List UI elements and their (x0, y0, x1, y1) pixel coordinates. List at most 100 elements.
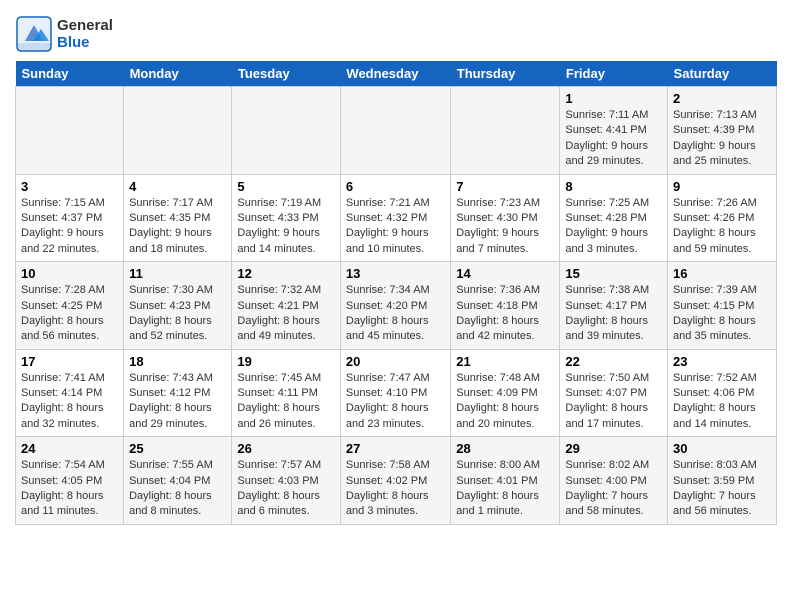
day-cell: 27 Sunrise: 7:58 AM Sunset: 4:02 PM Dayli… (340, 437, 450, 525)
col-header-sunday: Sunday (16, 61, 124, 87)
day-number: 8 (565, 179, 662, 194)
day-info: Sunrise: 7:58 AM Sunset: 4:02 PM Dayligh… (346, 458, 445, 520)
day-info: Sunrise: 7:43 AM Sunset: 4:12 PM Dayligh… (129, 371, 226, 433)
col-header-friday: Friday (560, 61, 668, 87)
day-info: Sunrise: 7:41 AM Sunset: 4:14 PM Dayligh… (21, 371, 118, 433)
day-info: Sunrise: 7:47 AM Sunset: 4:10 PM Dayligh… (346, 371, 445, 433)
col-header-wednesday: Wednesday (340, 61, 450, 87)
logo: General Blue (15, 15, 113, 53)
day-cell: 3 Sunrise: 7:15 AM Sunset: 4:37 PM Daylig… (16, 174, 124, 262)
day-info: Sunrise: 7:25 AM Sunset: 4:28 PM Dayligh… (565, 196, 662, 258)
day-cell: 1Sunrise: 7:11 AM Sunset: 4:41 PM Daylig… (560, 87, 668, 175)
day-number: 9 (673, 179, 771, 194)
day-cell (340, 87, 450, 175)
day-info: Sunrise: 7:30 AM Sunset: 4:23 PM Dayligh… (129, 283, 226, 345)
day-info: Sunrise: 7:54 AM Sunset: 4:05 PM Dayligh… (21, 458, 118, 520)
day-number: 23 (673, 354, 771, 369)
day-number: 7 (456, 179, 554, 194)
day-info: Sunrise: 7:11 AM Sunset: 4:41 PM Dayligh… (565, 108, 662, 170)
logo-blue: Blue (57, 34, 113, 51)
day-cell: 16 Sunrise: 7:39 AM Sunset: 4:15 PM Dayli… (668, 262, 777, 350)
day-cell: 10Sunrise: 7:28 AM Sunset: 4:25 PM Dayli… (16, 262, 124, 350)
day-info: Sunrise: 7:23 AM Sunset: 4:30 PM Dayligh… (456, 196, 554, 258)
day-number: 2 (673, 91, 771, 106)
day-cell: 9 Sunrise: 7:26 AM Sunset: 4:26 PM Daylig… (668, 174, 777, 262)
day-number: 17 (21, 354, 118, 369)
day-info: Sunrise: 7:19 AM Sunset: 4:33 PM Dayligh… (237, 196, 335, 258)
day-number: 3 (21, 179, 118, 194)
day-cell: 19Sunrise: 7:45 AM Sunset: 4:11 PM Dayli… (232, 349, 341, 437)
day-cell: 5 Sunrise: 7:19 AM Sunset: 4:33 PM Daylig… (232, 174, 341, 262)
logo-icon (15, 15, 53, 53)
day-number: 20 (346, 354, 445, 369)
day-info: Sunrise: 7:15 AM Sunset: 4:37 PM Dayligh… (21, 196, 118, 258)
day-number: 26 (237, 441, 335, 456)
col-header-saturday: Saturday (668, 61, 777, 87)
day-cell: 8 Sunrise: 7:25 AM Sunset: 4:28 PM Daylig… (560, 174, 668, 262)
day-cell (451, 87, 560, 175)
day-info: Sunrise: 7:50 AM Sunset: 4:07 PM Dayligh… (565, 371, 662, 433)
day-info: Sunrise: 7:38 AM Sunset: 4:17 PM Dayligh… (565, 283, 662, 345)
day-cell: 7 Sunrise: 7:23 AM Sunset: 4:30 PM Daylig… (451, 174, 560, 262)
day-number: 6 (346, 179, 445, 194)
day-info: Sunrise: 8:03 AM Sunset: 3:59 PM Dayligh… (673, 458, 771, 520)
day-cell: 26Sunrise: 7:57 AM Sunset: 4:03 PM Dayli… (232, 437, 341, 525)
day-number: 27 (346, 441, 445, 456)
day-info: Sunrise: 7:32 AM Sunset: 4:21 PM Dayligh… (237, 283, 335, 345)
col-header-tuesday: Tuesday (232, 61, 341, 87)
day-cell: 22 Sunrise: 7:50 AM Sunset: 4:07 PM Dayli… (560, 349, 668, 437)
day-cell: 12 Sunrise: 7:32 AM Sunset: 4:21 PM Dayli… (232, 262, 341, 350)
day-cell: 28Sunrise: 8:00 AM Sunset: 4:01 PM Dayli… (451, 437, 560, 525)
day-cell: 13 Sunrise: 7:34 AM Sunset: 4:20 PM Dayli… (340, 262, 450, 350)
day-info: Sunrise: 7:34 AM Sunset: 4:20 PM Dayligh… (346, 283, 445, 345)
day-info: Sunrise: 8:00 AM Sunset: 4:01 PM Dayligh… (456, 458, 554, 520)
day-number: 25 (129, 441, 226, 456)
day-cell: 15 Sunrise: 7:38 AM Sunset: 4:17 PM Dayli… (560, 262, 668, 350)
day-info: Sunrise: 7:26 AM Sunset: 4:26 PM Dayligh… (673, 196, 771, 258)
day-number: 15 (565, 266, 662, 281)
day-cell: 18 Sunrise: 7:43 AM Sunset: 4:12 PM Dayli… (124, 349, 232, 437)
week-row-5: 24Sunrise: 7:54 AM Sunset: 4:05 PM Dayli… (16, 437, 777, 525)
day-number: 4 (129, 179, 226, 194)
day-cell (232, 87, 341, 175)
day-info: Sunrise: 7:28 AM Sunset: 4:25 PM Dayligh… (21, 283, 118, 345)
day-info: Sunrise: 7:17 AM Sunset: 4:35 PM Dayligh… (129, 196, 226, 258)
week-row-3: 10Sunrise: 7:28 AM Sunset: 4:25 PM Dayli… (16, 262, 777, 350)
week-row-2: 3 Sunrise: 7:15 AM Sunset: 4:37 PM Daylig… (16, 174, 777, 262)
day-number: 12 (237, 266, 335, 281)
week-row-4: 17 Sunrise: 7:41 AM Sunset: 4:14 PM Dayli… (16, 349, 777, 437)
day-number: 30 (673, 441, 771, 456)
col-header-thursday: Thursday (451, 61, 560, 87)
day-number: 18 (129, 354, 226, 369)
day-number: 19 (237, 354, 335, 369)
day-cell: 11Sunrise: 7:30 AM Sunset: 4:23 PM Dayli… (124, 262, 232, 350)
day-number: 16 (673, 266, 771, 281)
day-cell: 30 Sunrise: 8:03 AM Sunset: 3:59 PM Dayli… (668, 437, 777, 525)
day-info: Sunrise: 7:48 AM Sunset: 4:09 PM Dayligh… (456, 371, 554, 433)
day-number: 5 (237, 179, 335, 194)
day-cell: 2 Sunrise: 7:13 AM Sunset: 4:39 PM Daylig… (668, 87, 777, 175)
day-info: Sunrise: 7:13 AM Sunset: 4:39 PM Dayligh… (673, 108, 771, 170)
day-info: Sunrise: 7:21 AM Sunset: 4:32 PM Dayligh… (346, 196, 445, 258)
day-info: Sunrise: 7:36 AM Sunset: 4:18 PM Dayligh… (456, 283, 554, 345)
day-cell: 17 Sunrise: 7:41 AM Sunset: 4:14 PM Dayli… (16, 349, 124, 437)
day-number: 13 (346, 266, 445, 281)
calendar-header: SundayMondayTuesdayWednesdayThursdayFrid… (16, 61, 777, 87)
day-number: 22 (565, 354, 662, 369)
day-cell: 4 Sunrise: 7:17 AM Sunset: 4:35 PM Daylig… (124, 174, 232, 262)
day-cell (16, 87, 124, 175)
day-number: 21 (456, 354, 554, 369)
day-info: Sunrise: 7:52 AM Sunset: 4:06 PM Dayligh… (673, 371, 771, 433)
day-info: Sunrise: 7:39 AM Sunset: 4:15 PM Dayligh… (673, 283, 771, 345)
day-number: 14 (456, 266, 554, 281)
day-cell: 23 Sunrise: 7:52 AM Sunset: 4:06 PM Dayli… (668, 349, 777, 437)
day-cell: 24Sunrise: 7:54 AM Sunset: 4:05 PM Dayli… (16, 437, 124, 525)
day-info: Sunrise: 7:55 AM Sunset: 4:04 PM Dayligh… (129, 458, 226, 520)
day-cell: 20 Sunrise: 7:47 AM Sunset: 4:10 PM Dayli… (340, 349, 450, 437)
col-header-monday: Monday (124, 61, 232, 87)
logo-general: General (57, 17, 113, 34)
day-info: Sunrise: 8:02 AM Sunset: 4:00 PM Dayligh… (565, 458, 662, 520)
day-number: 29 (565, 441, 662, 456)
calendar-table: SundayMondayTuesdayWednesdayThursdayFrid… (15, 61, 777, 525)
day-cell: 21 Sunrise: 7:48 AM Sunset: 4:09 PM Dayli… (451, 349, 560, 437)
